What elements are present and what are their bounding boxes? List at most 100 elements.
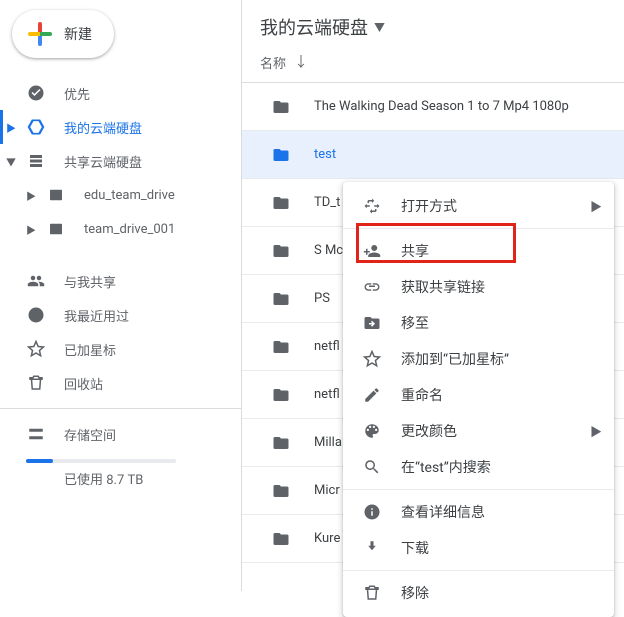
ctx-view-details[interactable]: 查看详细信息	[343, 494, 614, 530]
folder-name: Milla	[314, 435, 342, 450]
new-button[interactable]: 新建	[12, 10, 114, 58]
folder-icon	[272, 338, 294, 356]
folder-icon	[272, 290, 294, 308]
ctx-rename[interactable]: 重命名	[343, 377, 614, 413]
sidebar-item-label: 已加星标	[64, 340, 116, 359]
folder-row-selected[interactable]: test	[242, 131, 624, 179]
sidebar-item-my-drive[interactable]: ▶ 我的云端硬盘	[0, 110, 241, 144]
sidebar-item-storage[interactable]: 存储空间	[0, 417, 241, 451]
folder-name: test	[314, 147, 336, 162]
collapse-icon[interactable]: ▼	[6, 154, 16, 169]
trash-icon	[26, 374, 46, 392]
sidebar-item-label: team_drive_001	[84, 222, 175, 237]
chevron-right-icon: ▶	[590, 423, 602, 440]
shared-drive-icon	[26, 152, 46, 170]
sidebar-item-trash[interactable]: 回收站	[0, 366, 241, 400]
folder-icon	[272, 242, 294, 260]
ctx-remove[interactable]: 移除	[343, 575, 614, 611]
sidebar-item-label: 我最近用过	[64, 306, 129, 325]
ctx-item-label: 在“test”内搜索	[401, 457, 491, 477]
folder-name: Micr	[314, 483, 340, 498]
folder-icon	[272, 434, 294, 452]
folder-icon	[272, 98, 294, 116]
ctx-item-label: 下载	[401, 538, 429, 558]
move-icon	[361, 314, 383, 332]
my-drive-icon	[26, 117, 46, 137]
breadcrumb-label: 我的云端硬盘	[260, 14, 368, 40]
ctx-download[interactable]: 下载	[343, 530, 614, 566]
ctx-item-label: 重命名	[401, 385, 443, 405]
folder-name: PS	[314, 291, 330, 306]
ctx-item-label: 打开方式	[401, 196, 457, 216]
ctx-add-star[interactable]: 添加到“已加星标”	[343, 341, 614, 377]
ctx-search-within[interactable]: 在“test”内搜索	[343, 449, 614, 485]
sidebar-item-label: 共享云端硬盘	[64, 152, 142, 171]
ctx-open-with[interactable]: 打开方式 ▶	[343, 188, 614, 224]
sidebar-item-edu-team-drive[interactable]: ▶ edu_team_drive	[0, 178, 241, 212]
folder-icon	[272, 194, 294, 212]
sidebar: 新建 优先 ▶ 我的云端硬盘 ▼ 共享云端硬盘	[0, 0, 242, 591]
storage-used-label: 已使用 8.7 TB	[64, 469, 241, 488]
sidebar-item-recent[interactable]: 我最近用过	[0, 298, 241, 332]
people-icon	[26, 272, 46, 290]
expand-icon[interactable]: ▶	[26, 222, 36, 237]
sidebar-item-label: 回收站	[64, 374, 103, 393]
ctx-get-link[interactable]: 获取共享链接	[343, 269, 614, 305]
expand-icon[interactable]: ▶	[26, 188, 36, 203]
context-menu: 打开方式 ▶ 共享 获取共享链接 移至 添加到“已加星标” 重命名 更改颜色 ▶…	[343, 182, 614, 617]
sidebar-item-label: 与我共享	[64, 272, 116, 291]
sidebar-item-label: 优先	[64, 84, 90, 103]
person-add-icon	[361, 242, 383, 260]
star-icon	[26, 340, 46, 358]
ctx-item-label: 共享	[401, 241, 429, 261]
sidebar-item-label: edu_team_drive	[84, 188, 175, 203]
clock-icon	[26, 306, 46, 324]
breadcrumb[interactable]: 我的云端硬盘 ▼	[242, 0, 624, 52]
folder-name: netfl	[314, 387, 340, 402]
expand-icon[interactable]: ▶	[6, 120, 16, 135]
sidebar-item-team-drive-001[interactable]: ▶ team_drive_001	[0, 212, 241, 246]
folder-icon	[272, 146, 294, 164]
download-icon	[361, 539, 383, 557]
column-header-name[interactable]: 名称 ↓	[242, 52, 624, 83]
plus-icon	[28, 22, 52, 46]
folder-icon	[272, 482, 294, 500]
open-with-icon	[361, 197, 383, 215]
folder-icon	[272, 530, 294, 548]
ctx-item-label: 添加到“已加星标”	[401, 349, 509, 369]
storage-bar	[26, 459, 176, 463]
drive-box-icon	[46, 220, 66, 238]
folder-name: netfl	[314, 339, 340, 354]
folder-name: Kure	[314, 531, 340, 546]
ctx-change-color[interactable]: 更改颜色 ▶	[343, 413, 614, 449]
folder-row[interactable]: The Walking Dead Season 1 to 7 Mp4 1080p	[242, 83, 624, 131]
sidebar-item-label: 存储空间	[64, 425, 116, 444]
folder-icon	[272, 386, 294, 404]
ctx-move-to[interactable]: 移至	[343, 305, 614, 341]
palette-icon	[361, 422, 383, 440]
sidebar-item-shared-drives[interactable]: ▼ 共享云端硬盘	[0, 144, 241, 178]
priority-icon	[26, 84, 46, 102]
link-icon	[361, 278, 383, 296]
ctx-item-label: 移至	[401, 313, 429, 333]
sort-arrow-down-icon: ↓	[294, 52, 308, 72]
star-icon	[361, 350, 383, 368]
ctx-item-label: 查看详细信息	[401, 502, 485, 522]
sidebar-item-priority[interactable]: 优先	[0, 76, 241, 110]
ctx-share[interactable]: 共享	[343, 233, 614, 269]
search-icon	[361, 458, 383, 476]
ctx-item-label: 获取共享链接	[401, 277, 485, 297]
storage-icon	[26, 425, 46, 443]
info-icon	[361, 503, 383, 521]
trash-icon	[361, 584, 383, 602]
folder-name: S Mc	[314, 243, 343, 258]
chevron-down-icon: ▼	[374, 19, 385, 35]
sidebar-item-shared-with-me[interactable]: 与我共享	[0, 264, 241, 298]
sidebar-item-label: 我的云端硬盘	[64, 118, 142, 137]
ctx-item-label: 移除	[401, 583, 429, 603]
ctx-item-label: 更改颜色	[401, 421, 457, 441]
new-button-label: 新建	[64, 24, 92, 44]
sidebar-item-starred[interactable]: 已加星标	[0, 332, 241, 366]
folder-name: TD_t	[314, 195, 340, 210]
chevron-right-icon: ▶	[590, 198, 602, 215]
